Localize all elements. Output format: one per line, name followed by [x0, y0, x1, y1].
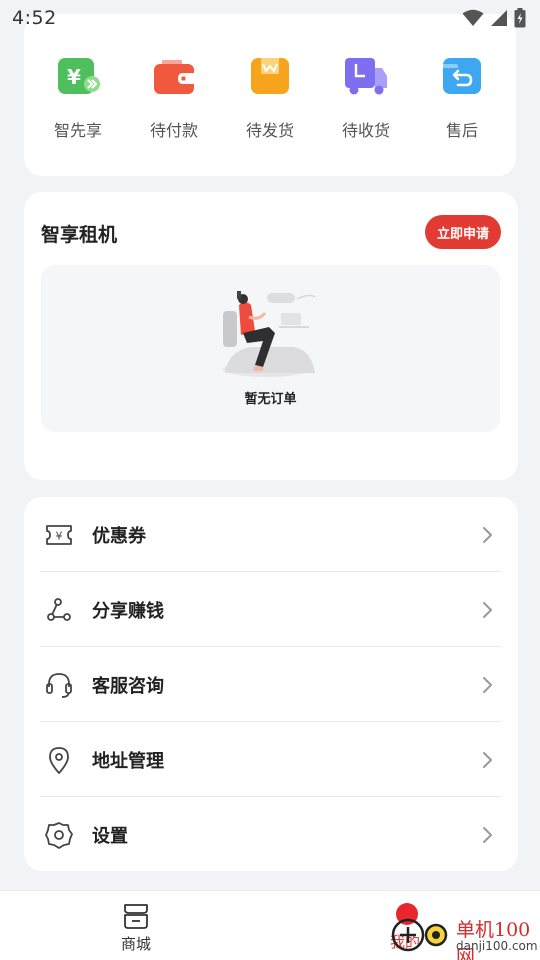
svg-text:¥: ¥: [56, 529, 63, 542]
status-bar: 4:52: [0, 0, 540, 36]
settings-icon: [45, 821, 73, 849]
orders-card: ¥ 智先享 待付款 待发货 待收货 售后: [24, 14, 516, 176]
menu-label: 地址管理: [92, 750, 164, 772]
menu-item-settings[interactable]: 设置: [40, 797, 501, 871]
order-item-pending-shipment[interactable]: 待发货: [225, 54, 315, 141]
wifi-icon: [462, 9, 484, 26]
order-label: 售后: [445, 121, 478, 140]
apply-button[interactable]: 立即申请: [425, 215, 501, 249]
wallet-icon: [154, 60, 194, 94]
nav-tab-mall[interactable]: 商城: [100, 901, 172, 954]
return-icon: [443, 58, 481, 94]
order-item-pending-receipt[interactable]: 待收货: [321, 54, 411, 141]
watermark-url: danji100.com: [456, 939, 538, 953]
chevron-right-icon: [483, 526, 492, 543]
svg-text:¥: ¥: [67, 65, 81, 89]
share-icon: [47, 597, 71, 621]
menu-label: 分享赚钱: [92, 600, 164, 622]
battery-icon: [514, 8, 526, 28]
headset-icon: [46, 672, 72, 698]
chevron-right-icon: [483, 676, 492, 693]
storefront-icon: [124, 904, 148, 929]
status-icons: [462, 8, 526, 28]
empty-orders-panel: 暂无订单: [41, 265, 500, 432]
order-item-pending-payment[interactable]: 待付款: [129, 54, 219, 141]
menu-label: 客服咨询: [92, 675, 164, 697]
order-label: 待收货: [341, 121, 390, 140]
menu-label: 优惠券: [92, 525, 146, 547]
nav-tab-label: 商城: [120, 935, 151, 953]
yuan-voucher-icon: ¥: [58, 58, 100, 94]
rental-card: 智享租机 立即申请 暂无订单: [24, 192, 518, 480]
location-pin-icon: [49, 746, 69, 774]
rental-title: 智享租机: [41, 224, 118, 246]
order-label: 待发货: [245, 121, 294, 140]
watermark-title: 单机100网: [456, 919, 531, 960]
watermark: 单机100网 danji100.com: [390, 913, 540, 960]
chevron-right-icon: [483, 826, 492, 843]
page: 4:52 ¥ 智先享 待付款 待发货 待收货 售后 智享租机 立即申请 暂无订单…: [0, 0, 540, 960]
empty-orders-text: 暂无订单: [244, 392, 297, 407]
chevron-right-icon: [483, 751, 492, 768]
menu-item-share-earn[interactable]: 分享赚钱: [40, 572, 501, 647]
status-time: 4:52: [12, 7, 57, 29]
order-item-zhixianxiang[interactable]: ¥ 智先享: [33, 54, 123, 141]
menu-item-address[interactable]: 地址管理: [40, 722, 501, 797]
order-shortcuts: ¥ 智先享 待付款 待发货 待收货 售后: [24, 54, 516, 141]
menu-item-customer-service[interactable]: 客服咨询: [40, 647, 501, 722]
coupon-icon: ¥: [46, 524, 72, 545]
order-label: 待付款: [149, 121, 198, 140]
truck-icon: [345, 58, 387, 95]
order-label: 智先享: [53, 121, 102, 140]
watermark-logo-icon: [391, 918, 448, 952]
bottom-nav: 商城 我的 单机100网 danji100.com: [0, 890, 540, 960]
chevron-right-icon: [483, 601, 492, 618]
menu-label: 设置: [92, 825, 128, 847]
menu-item-coupons[interactable]: ¥ 优惠券: [40, 497, 501, 572]
box-icon: [251, 58, 289, 94]
cellular-signal-icon: [491, 10, 507, 26]
order-item-after-sales[interactable]: 售后: [417, 54, 507, 141]
empty-orders-illustration: [223, 291, 316, 377]
menu-card: ¥ 优惠券 分享赚钱 客服咨询 地址管理 设置: [24, 497, 518, 871]
